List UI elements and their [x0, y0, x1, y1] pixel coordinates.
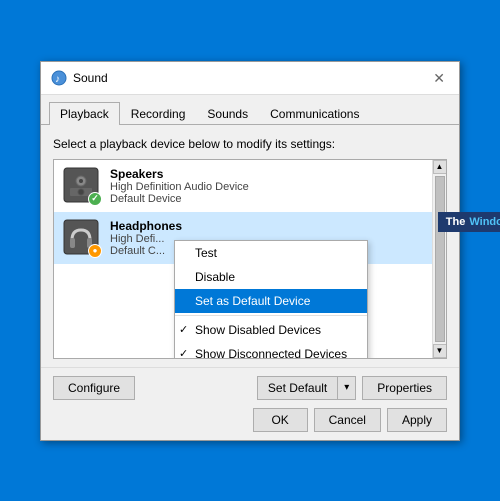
sound-title-icon: ♪	[51, 70, 67, 86]
tabs-bar: Playback Recording Sounds Communications	[41, 95, 459, 125]
ctx-check-1: ✓	[179, 323, 188, 336]
context-menu: Test Disable Set as Default Device ✓ Sho…	[174, 240, 368, 359]
bottom-row2: OK Cancel Apply	[53, 408, 447, 432]
ctx-show-disconnected[interactable]: ✓ Show Disconnected Devices	[175, 342, 367, 359]
right-buttons: Set Default ▾ Properties	[257, 376, 447, 400]
properties-button[interactable]: Properties	[362, 376, 447, 400]
ctx-check-2: ✓	[179, 347, 188, 359]
svg-text:♪: ♪	[55, 74, 60, 85]
set-default-arrow[interactable]: ▾	[337, 377, 355, 399]
tab-communications[interactable]: Communications	[259, 102, 370, 125]
scroll-down-arrow[interactable]: ▼	[433, 344, 447, 358]
set-default-split: Set Default ▾	[257, 376, 356, 400]
speakers-info: Speakers High Definition Audio Device De…	[110, 167, 438, 205]
headphones-name: Headphones	[110, 219, 438, 233]
device-list: ✓ Speakers High Definition Audio Device …	[53, 159, 447, 359]
tab-sounds[interactable]: Sounds	[196, 102, 259, 125]
tab-recording[interactable]: Recording	[120, 102, 197, 125]
title-bar-left: ♪ Sound	[51, 70, 108, 86]
headphones-badge: ●	[88, 244, 102, 258]
ctx-set-default[interactable]: Set as Default Device	[175, 289, 367, 313]
speakers-name: Speakers	[110, 167, 438, 181]
content-area: Select a playback device below to modify…	[41, 125, 459, 367]
close-button[interactable]: ✕	[429, 71, 449, 85]
scrollbar[interactable]: ▲ ▼	[432, 160, 446, 358]
sound-dialog: ♪ Sound ✕ Playback Recording Sounds Comm…	[40, 61, 460, 441]
window-title: Sound	[73, 71, 108, 85]
scroll-thumb[interactable]	[435, 176, 445, 342]
speakers-line2: Default Device	[110, 193, 438, 205]
speakers-line1: High Definition Audio Device	[110, 181, 438, 193]
ctx-show-disabled[interactable]: ✓ Show Disabled Devices	[175, 318, 367, 342]
bottom-row1: Configure Set Default ▾ Properties	[53, 376, 447, 400]
title-bar: ♪ Sound ✕	[41, 62, 459, 95]
watermark-windows: Windows	[469, 216, 500, 228]
ctx-test[interactable]: Test	[175, 241, 367, 265]
tab-playback[interactable]: Playback	[49, 102, 120, 125]
headphones-icon-wrap: ●	[62, 218, 102, 258]
scroll-up-arrow[interactable]: ▲	[433, 160, 447, 174]
speakers-badge: ✓	[88, 192, 102, 206]
bottom-area: Configure Set Default ▾ Properties OK Ca…	[41, 367, 459, 440]
description-text: Select a playback device below to modify…	[53, 137, 447, 151]
watermark-the: The	[446, 216, 466, 228]
device-item-speakers[interactable]: ✓ Speakers High Definition Audio Device …	[54, 160, 446, 212]
ok-button[interactable]: OK	[253, 408, 308, 432]
ctx-disable[interactable]: Disable	[175, 265, 367, 289]
configure-button[interactable]: Configure	[53, 376, 135, 400]
cancel-button[interactable]: Cancel	[314, 408, 381, 432]
watermark: The Windows Club	[438, 212, 500, 232]
speakers-icon-wrap: ✓	[62, 166, 102, 206]
apply-button[interactable]: Apply	[387, 408, 447, 432]
ctx-separator-1	[175, 315, 367, 316]
set-default-button[interactable]: Set Default	[258, 377, 337, 399]
